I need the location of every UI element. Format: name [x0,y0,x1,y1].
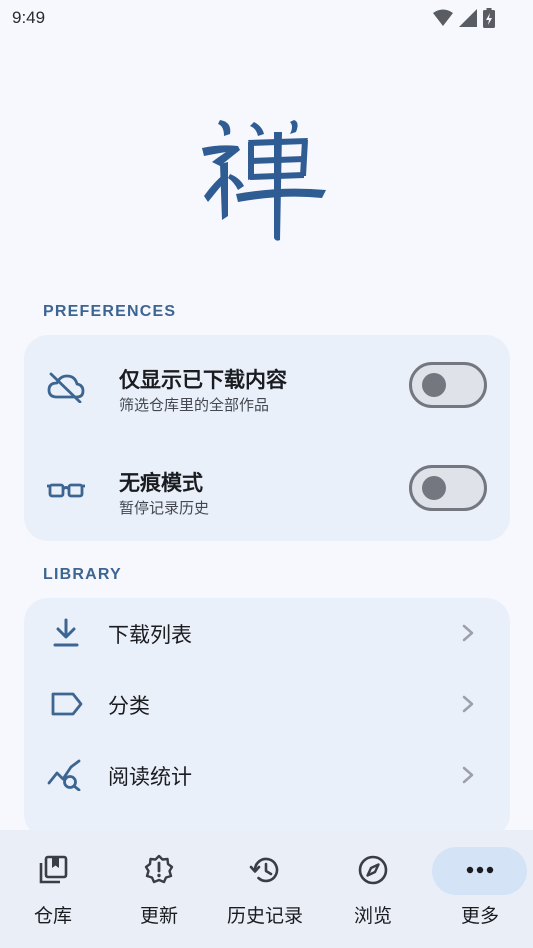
library-item-categories-label: 分类 [108,694,150,718]
query-stats-icon [47,759,81,791]
status-icons [433,8,495,28]
download-icon [53,618,79,647]
label-tag-icon [51,692,83,716]
battery-charging-icon [483,8,495,28]
incognito-toggle[interactable] [409,465,487,511]
chevron-right-icon [462,624,474,642]
more-horiz-icon [466,866,494,874]
chevron-right-icon [462,695,474,713]
history-icon [249,857,279,883]
explore-icon [358,855,388,885]
pref-incognito-row[interactable]: 无痕模式 暂停记录历史 [24,445,510,535]
pref-incognito-subtitle: 暂停记录历史 [119,499,210,517]
library-item-reading-stats-label: 阅读统计 [108,765,192,789]
pref-downloaded-only-title: 仅显示已下载内容 [119,368,287,392]
library-item-downloads[interactable]: 下载列表 [24,598,510,668]
library-section-title: LIBRARY [43,566,122,583]
toggle-knob [422,373,446,397]
library-item-reading-stats[interactable]: 阅读统计 [24,740,510,810]
nav-item-library-label: 仓库 [33,905,72,927]
nav-item-library[interactable]: 仓库 [0,830,106,948]
nav-item-browse[interactable]: 浏览 [320,830,426,948]
library-icon [39,855,68,884]
cellular-signal-icon [459,9,477,27]
nav-item-history-label: 历史记录 [226,905,303,927]
cloud-off-icon [47,372,85,403]
downloaded-only-toggle[interactable] [409,362,487,408]
pref-downloaded-only-subtitle: 筛选仓库里的全部作品 [119,396,270,414]
nav-item-more-label: 更多 [460,905,499,927]
nav-item-updates[interactable]: 更新 [106,830,212,948]
app-logo [202,120,326,241]
pref-downloaded-only-row[interactable]: 仅显示已下载内容 筛选仓库里的全部作品 [24,342,510,432]
new-releases-icon [144,854,174,884]
library-card: 下载列表 分类 阅读统计 [24,598,510,838]
wifi-icon [433,9,453,26]
library-item-downloads-label: 下载列表 [108,623,192,647]
nav-item-browse-label: 浏览 [353,905,392,927]
library-item-categories[interactable]: 分类 [24,669,510,739]
preferences-card: 仅显示已下载内容 筛选仓库里的全部作品 无痕模式 暂停记录历史 [24,335,510,541]
nav-item-updates-label: 更新 [139,905,178,927]
glasses-icon [47,483,85,498]
nav-item-more[interactable]: 更多 [427,830,533,948]
toggle-knob [422,476,446,500]
status-bar: 9:49 [0,0,533,36]
status-time: 9:49 [12,8,46,27]
preferences-section-title: PREFERENCES [43,303,177,320]
pref-incognito-title: 无痕模式 [119,471,203,495]
chevron-right-icon [462,766,474,784]
nav-item-history[interactable]: 历史记录 [212,830,318,948]
